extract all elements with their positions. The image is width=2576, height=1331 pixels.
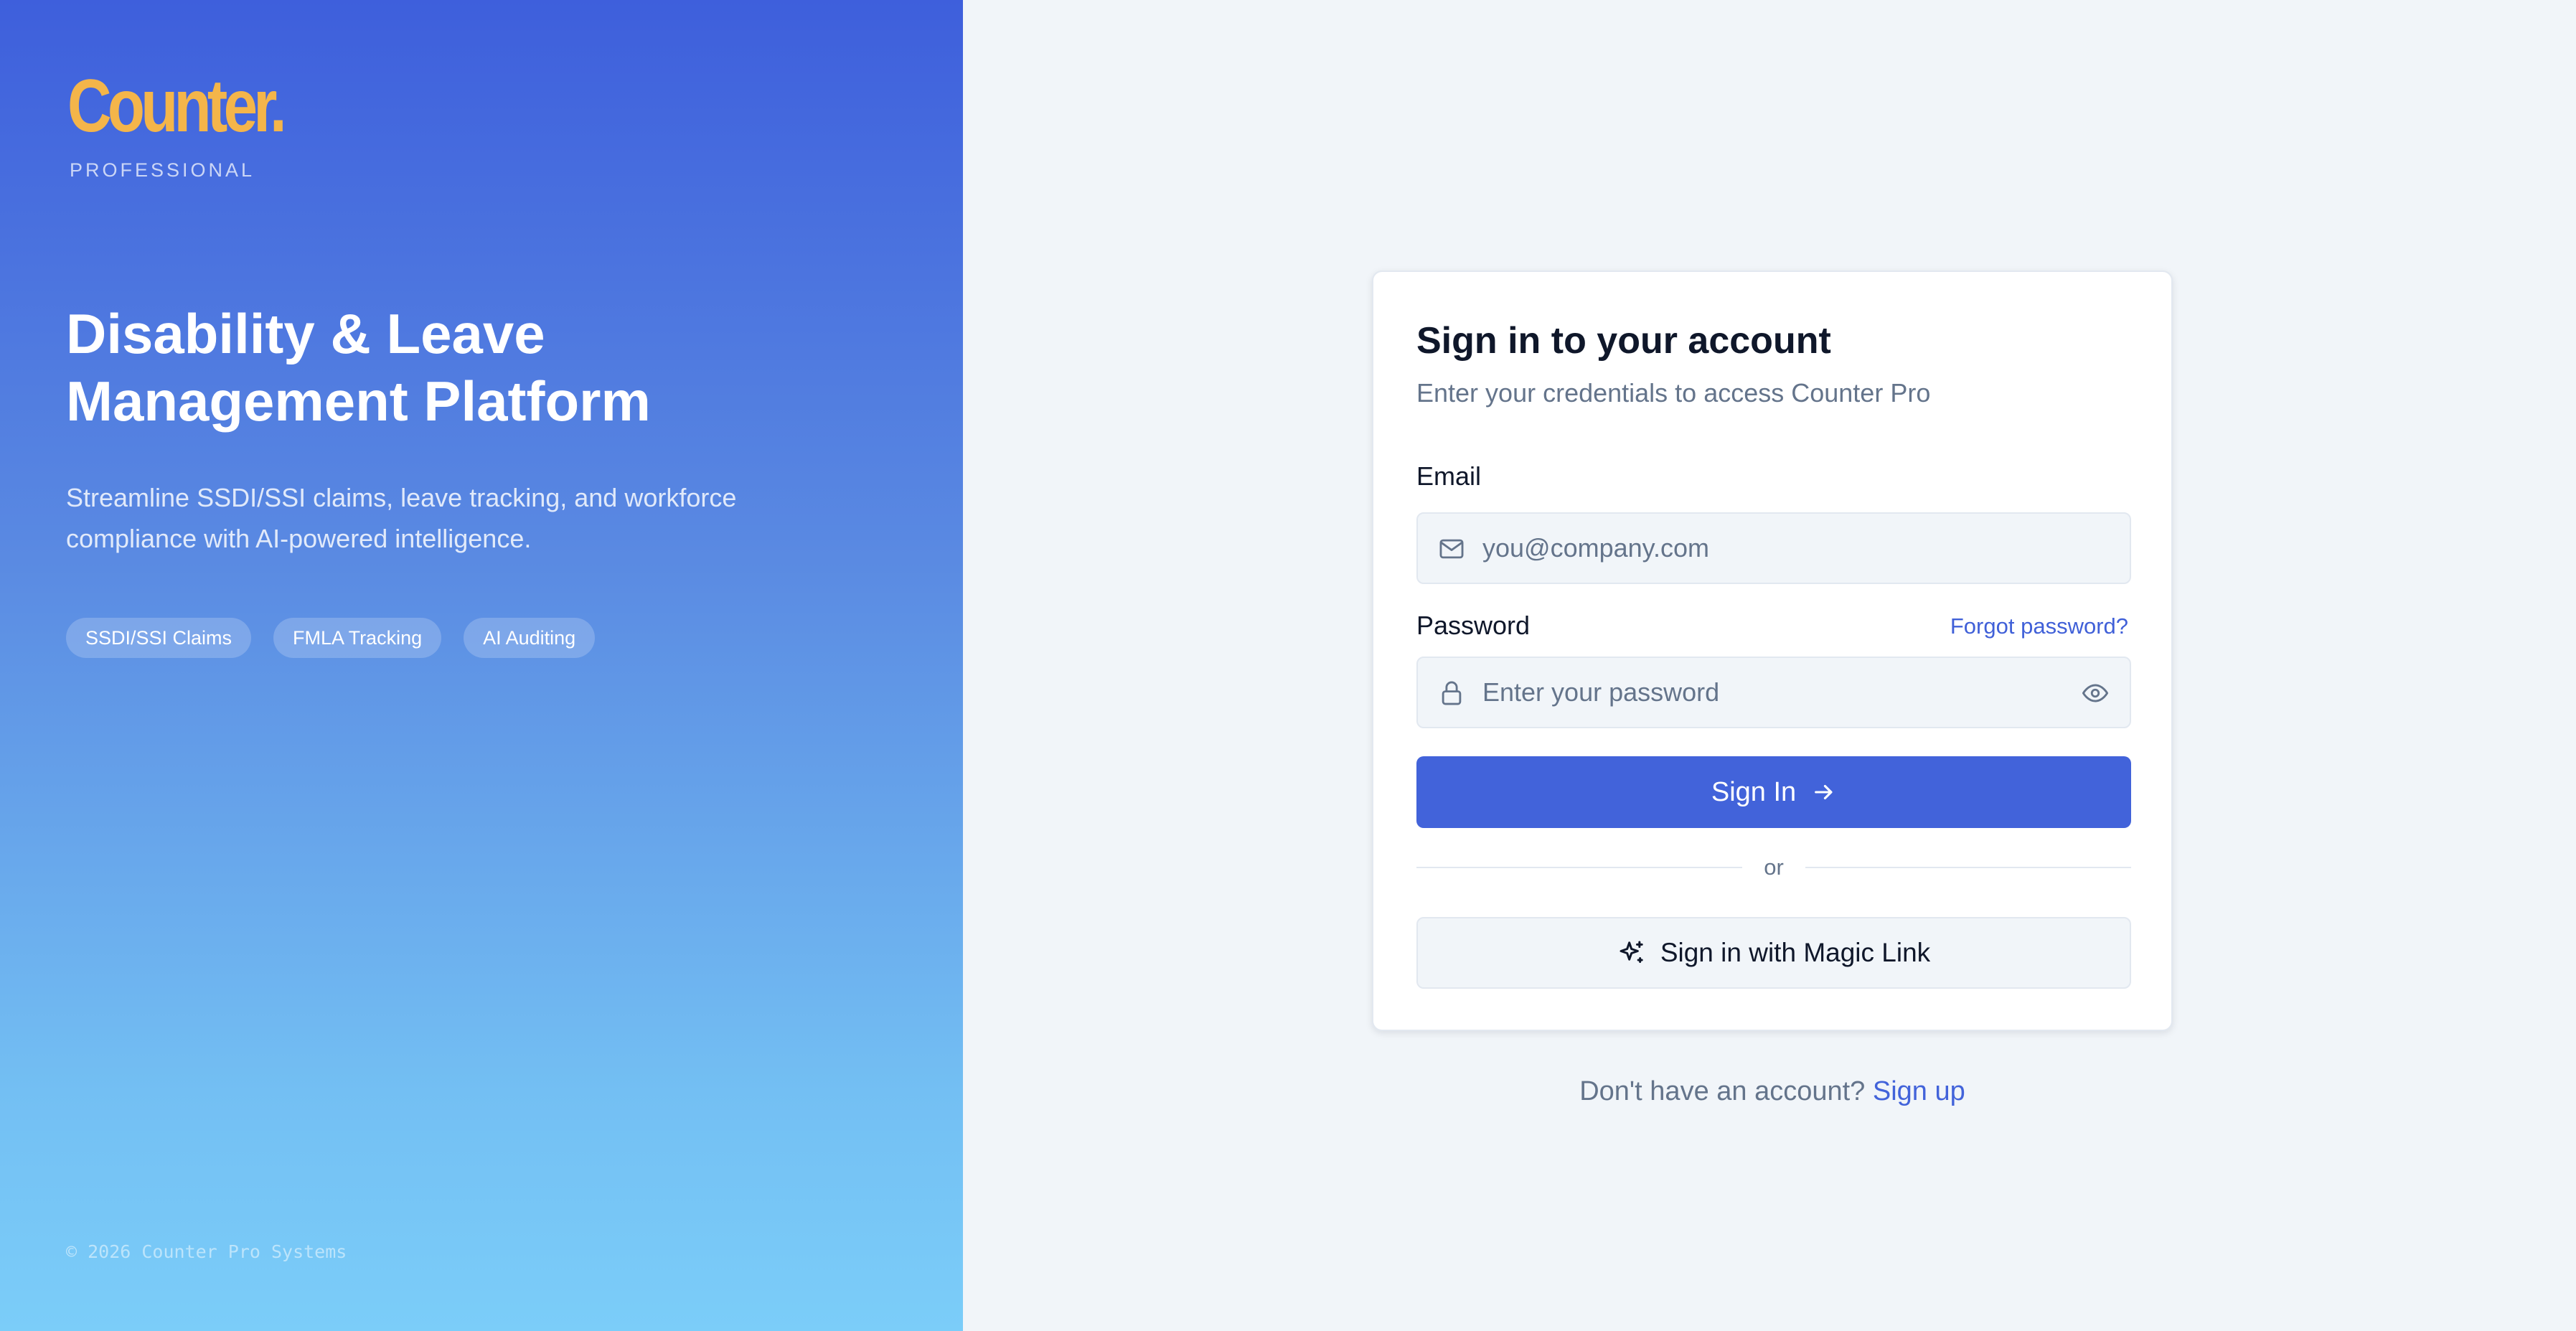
signup-prompt-text: Don't have an account?: [1579, 1076, 1866, 1106]
feature-chip-ai-auditing: AI Auditing: [464, 618, 596, 658]
sparkles-icon: [1620, 941, 1643, 963]
signup-prompt: Don't have an account? Sign up: [1372, 1076, 2173, 1107]
feature-chips: SSDI/SSI Claims FMLA Tracking AI Auditin…: [66, 618, 596, 658]
email-label: Email: [1416, 461, 1482, 491]
or-divider: or: [1416, 853, 2131, 882]
mail-icon: [1439, 539, 1464, 559]
divider-label: or: [1764, 855, 1784, 880]
email-field-wrapper: [1416, 512, 2131, 584]
feature-chip-fmla: FMLA Tracking: [273, 618, 442, 658]
brand-tier: PROFESSIONAL: [70, 159, 255, 181]
hero-description: Streamline SSDI/SSI claims, leave tracki…: [66, 483, 737, 553]
hero-title-line-1: Disability & Leave: [66, 302, 545, 365]
hero-title-line-2: Management Platform: [66, 370, 651, 433]
password-label: Password: [1416, 611, 1531, 640]
hero-panel: Counter. PROFESSIONAL Disability & Leave…: [0, 0, 963, 1331]
signin-subtitle: Enter your credentials to access Counter…: [1416, 378, 1931, 408]
magic-link-button[interactable]: Sign in with Magic Link: [1416, 917, 2131, 989]
email-input[interactable]: [1482, 514, 2071, 583]
magic-link-button-label: Sign in with Magic Link: [1660, 938, 1931, 967]
feature-chip-ssdi: SSDI/SSI Claims: [66, 618, 252, 658]
hero-title: Disability & Leave Management Platform: [66, 300, 855, 435]
sign-in-button-label: Sign In: [1711, 776, 1797, 807]
sign-up-link[interactable]: Sign up: [1873, 1076, 1965, 1106]
lock-icon: [1442, 681, 1462, 705]
password-input[interactable]: [1482, 658, 2071, 727]
forgot-password-link[interactable]: Forgot password?: [1950, 613, 2128, 639]
signin-card: Sign in to your account Enter your crede…: [1372, 271, 2173, 1031]
signin-title: Sign in to your account: [1416, 320, 1831, 362]
sign-in-button[interactable]: Sign In: [1416, 756, 2131, 828]
eye-icon[interactable]: [2081, 679, 2110, 707]
password-field-wrapper: [1416, 657, 2131, 728]
arrow-right-icon: [1815, 784, 1833, 800]
brand-logo: Counter.: [67, 65, 287, 148]
copyright: © 2026 Counter Pro Systems: [66, 1241, 347, 1262]
